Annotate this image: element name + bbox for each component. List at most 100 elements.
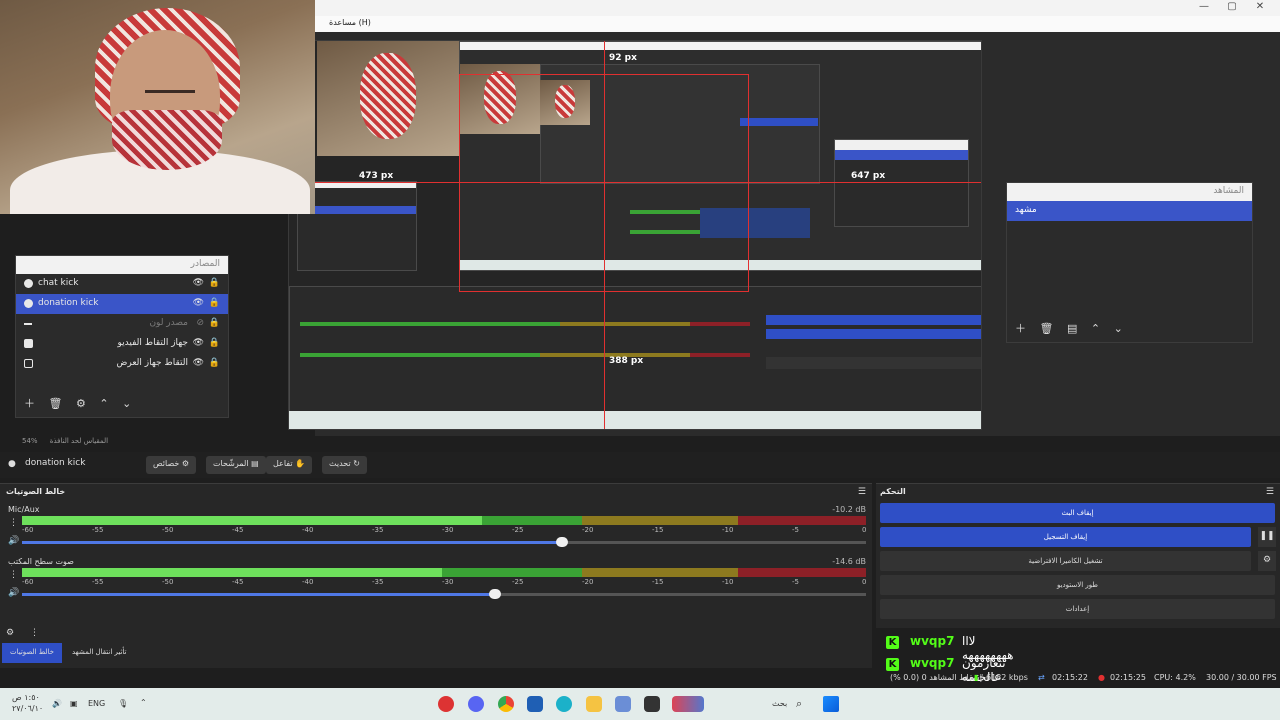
- trash-icon[interactable]: 🗑: [49, 397, 63, 410]
- search-label[interactable]: بحث: [772, 699, 787, 708]
- obs-icon[interactable]: [438, 696, 454, 712]
- volume-slider[interactable]: [22, 537, 866, 547]
- scale-tick-label: -45: [232, 578, 244, 586]
- meter-scale: -60 -55 -50 -45 -40 -35 -30 -25 -20 -15 -10 -5 0: [22, 526, 866, 535]
- scale-tick-label: -20: [582, 526, 594, 534]
- search-icon[interactable]: ⌕: [796, 697, 802, 711]
- volume-knob[interactable]: [556, 537, 569, 547]
- preview-canvas[interactable]: 92 px 473 px 647 px 388 px: [288, 40, 982, 430]
- tab-audio-mixer[interactable]: خالط الصوتيات: [2, 643, 63, 663]
- clock-time[interactable]: ١:٥٠ ص: [12, 693, 40, 702]
- lock-icon[interactable]: 🔒: [209, 298, 220, 308]
- windows-taskbar: ١:٥٠ ص ٢٧/٠٦/١٠ 🔊 ▣ ENG 🎙 ⌃ بحث ⌕: [0, 688, 1280, 720]
- camera-icon: [24, 339, 33, 348]
- virtual-camera-button[interactable]: تشغيل الكاميرا الافتراضية: [880, 551, 1251, 571]
- tab-scene-transitions[interactable]: تأثير انتقال المشهد: [64, 643, 135, 663]
- down-icon[interactable]: ⌄: [122, 397, 131, 410]
- menu-icon[interactable]: ☰: [858, 487, 866, 497]
- store-icon[interactable]: [527, 696, 543, 712]
- scenes-title: المشاهد: [1007, 183, 1252, 201]
- properties-button[interactable]: خصائص ⚙: [146, 456, 197, 474]
- settings-button[interactable]: إعدادات: [880, 599, 1275, 619]
- volume-knob[interactable]: [488, 589, 501, 599]
- maximize-icon[interactable]: ▢: [1218, 1, 1246, 12]
- browser-icon: [24, 279, 33, 288]
- gear-icon[interactable]: ⚙: [1258, 551, 1276, 571]
- mic-icon[interactable]: 🎙: [118, 699, 128, 708]
- eye-hidden-icon[interactable]: ⊘: [196, 318, 204, 328]
- studio-mode-button[interactable]: طور الاستوديو: [880, 575, 1275, 595]
- gear-icon[interactable]: ⚙: [76, 397, 86, 410]
- language-indicator[interactable]: ENG: [88, 699, 105, 708]
- scale-tick-label: -25: [512, 526, 524, 534]
- kebab-icon[interactable]: ⋮: [9, 518, 18, 528]
- minimize-icon[interactable]: —: [1190, 1, 1218, 12]
- windows-start-icon[interactable]: [823, 696, 839, 712]
- stop-stream-button[interactable]: إيقاف البث: [880, 503, 1275, 523]
- volume-slider[interactable]: [22, 589, 866, 599]
- lock-icon[interactable]: 🔒: [209, 318, 220, 328]
- chrome-icon[interactable]: [498, 696, 514, 712]
- source-chat-kick[interactable]: chat kick 👁 🔒: [16, 274, 228, 294]
- chevron-up-icon[interactable]: ⌃: [140, 698, 147, 707]
- source-donation-kick[interactable]: donation kick 👁 🔒: [16, 294, 228, 314]
- pause-icon[interactable]: ❚❚: [1258, 527, 1276, 547]
- nested-sources: [297, 181, 417, 271]
- volume-fill: [22, 541, 563, 544]
- taskview-icon[interactable]: [644, 696, 660, 712]
- lock-icon[interactable]: 🔒: [209, 358, 220, 368]
- stop-recording-button[interactable]: إيقاف التسجيل: [880, 527, 1251, 547]
- search-highlight-image[interactable]: [672, 696, 704, 712]
- interact-button[interactable]: تفاعل ✋: [266, 456, 313, 474]
- kebab-icon[interactable]: ⋮: [9, 570, 18, 580]
- up-icon[interactable]: ⌃: [99, 397, 108, 410]
- guide-label-top: 92 px: [609, 53, 637, 63]
- kebab-icon[interactable]: ⋮: [30, 628, 39, 638]
- speaker-icon[interactable]: 🔊: [8, 536, 19, 546]
- mixer-settings-icon[interactable]: ⚙: [6, 628, 14, 638]
- folder-icon[interactable]: [586, 696, 602, 712]
- close-icon[interactable]: ✕: [1246, 1, 1274, 12]
- volume-icon[interactable]: 🔊: [52, 699, 62, 708]
- lock-icon[interactable]: 🔒: [209, 278, 220, 288]
- menu-help[interactable]: مساعدة (H): [329, 18, 371, 27]
- down-icon[interactable]: ⌄: [1114, 322, 1123, 335]
- scene-item[interactable]: مشهد: [1007, 201, 1252, 221]
- eye-icon[interactable]: 👁: [193, 338, 204, 348]
- eye-icon[interactable]: 👁: [193, 278, 204, 288]
- channel-db: -10.2 dB: [832, 505, 866, 514]
- menu-icon[interactable]: ☰: [1266, 487, 1274, 497]
- canvas-taskbar: [289, 411, 981, 429]
- speaker-icon[interactable]: 🔊: [8, 588, 19, 598]
- edge-icon[interactable]: [556, 696, 572, 712]
- zoom-level[interactable]: 54%: [22, 437, 38, 445]
- filter-icon[interactable]: ▤: [1067, 322, 1077, 335]
- source-color[interactable]: مصدر لون ⊘ 🔒: [16, 314, 228, 334]
- lock-icon[interactable]: 🔒: [209, 338, 220, 348]
- up-icon[interactable]: ⌃: [1091, 322, 1100, 335]
- eye-icon[interactable]: 👁: [193, 298, 204, 308]
- scale-tick-label: -60: [22, 526, 34, 534]
- filters-button[interactable]: المرشّحات ▤: [206, 456, 266, 474]
- add-icon[interactable]: ＋: [1015, 320, 1026, 336]
- selection-box[interactable]: [459, 74, 749, 292]
- scale-tick-label: -35: [372, 578, 384, 586]
- meter-scale: -60 -55 -50 -45 -40 -35 -30 -25 -20 -15 -10 -5 0: [22, 578, 866, 587]
- app-icon[interactable]: [615, 696, 631, 712]
- eye-icon[interactable]: 👁: [193, 358, 204, 368]
- sources-toolbar: ＋ 🗑 ⚙ ⌃ ⌄: [24, 395, 141, 411]
- add-icon[interactable]: ＋: [24, 395, 35, 411]
- source-display-capture[interactable]: التقاط جهاز العرض 👁 🔒: [16, 354, 228, 374]
- scale-tick-label: -55: [92, 526, 104, 534]
- trash-icon[interactable]: 🗑: [1040, 322, 1054, 335]
- network-icon[interactable]: ▣: [70, 699, 78, 708]
- clock-date[interactable]: ٢٧/٠٦/١٠: [12, 704, 43, 713]
- source-toolbar: ● donation kick خصائص ⚙ المرشّحات ▤ تفاع…: [0, 452, 1280, 478]
- source-video-capture[interactable]: جهاز التقاط الفيديو 👁 🔒: [16, 334, 228, 354]
- stream-time: 02:15:22: [1052, 673, 1088, 682]
- webcam-feed: [0, 0, 315, 214]
- discord-icon[interactable]: [468, 696, 484, 712]
- scale-tick-label: 0: [862, 526, 867, 534]
- level-meter: [22, 516, 866, 525]
- refresh-button[interactable]: تحديث ↻: [322, 456, 367, 474]
